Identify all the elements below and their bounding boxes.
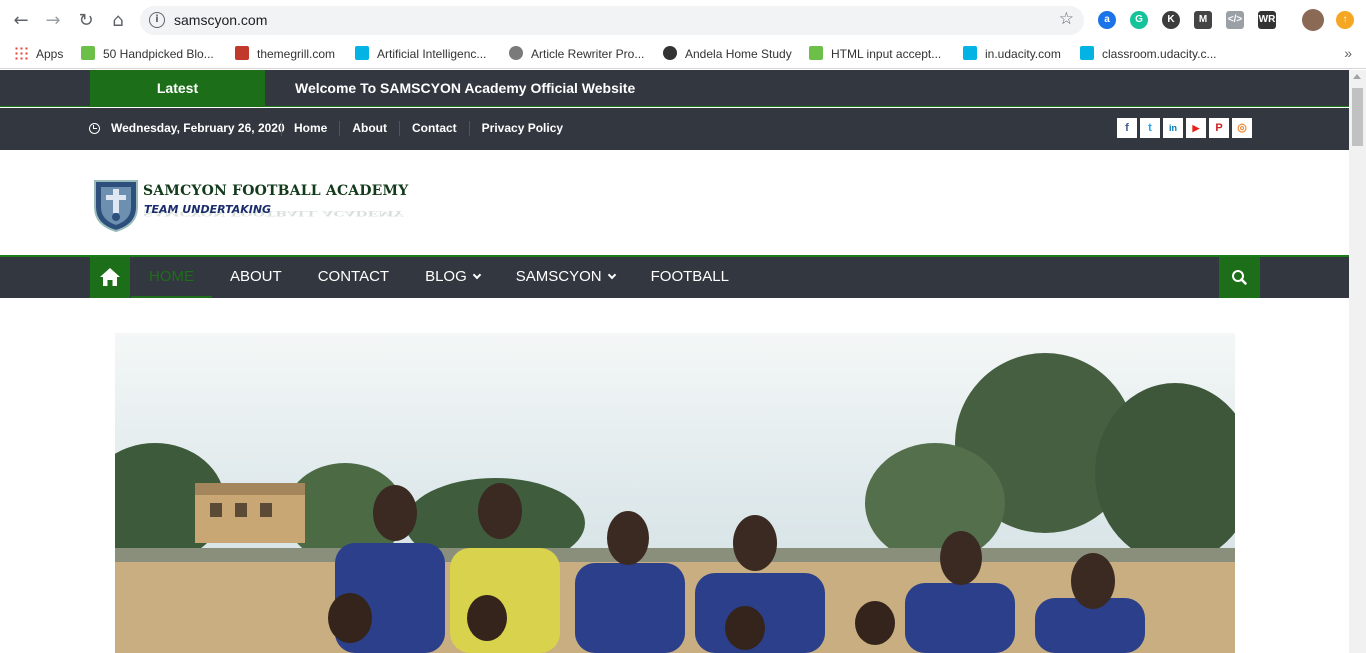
udacity-icon bbox=[355, 46, 369, 60]
medium-icon[interactable]: M bbox=[1194, 11, 1212, 29]
address-bar[interactable]: i samscyon.com ☆ bbox=[140, 6, 1084, 35]
extension-a-icon[interactable]: a bbox=[1098, 11, 1116, 29]
site-info-icon[interactable]: i bbox=[149, 12, 165, 28]
top-link-privacy[interactable]: Privacy Policy bbox=[468, 121, 575, 136]
bookmark-item[interactable]: Andela Home Study bbox=[663, 45, 792, 63]
home-icon[interactable]: ⌂ bbox=[107, 10, 129, 32]
udacity-icon bbox=[963, 46, 977, 60]
url-text[interactable]: samscyon.com bbox=[174, 12, 267, 28]
search-button[interactable] bbox=[1219, 257, 1260, 298]
current-date: Wednesday, February 26, 2020 bbox=[111, 121, 285, 135]
bookmark-item[interactable]: in.udacity.com bbox=[963, 45, 1061, 63]
nav-menu: HOME ABOUT CONTACT BLOG SAMSCYON FOOTBAL… bbox=[131, 257, 747, 298]
home-icon bbox=[100, 268, 120, 286]
nav-item-home[interactable]: HOME bbox=[131, 257, 212, 298]
page-viewport: Latest Welcome To SAMSCYON Academy Offic… bbox=[0, 70, 1349, 653]
browser-toolbar: ← → ↻ ⌂ i samscyon.com ☆ a G K M </> WR … bbox=[0, 0, 1366, 40]
pinterest-icon[interactable]: P bbox=[1209, 118, 1229, 138]
logo-reflection: SAMCYON FOOTBALL ACADEMY bbox=[143, 209, 404, 217]
bookmark-item[interactable]: HTML input accept... bbox=[809, 45, 941, 63]
wr-extension-icon[interactable]: WR bbox=[1258, 11, 1276, 29]
page-scrollbar[interactable] bbox=[1349, 70, 1366, 653]
youtube-icon[interactable]: ▶ bbox=[1186, 118, 1206, 138]
social-links: f t in ▶ P ◎ bbox=[1117, 118, 1252, 138]
main-navigation: HOME ABOUT CONTACT BLOG SAMSCYON FOOTBAL… bbox=[0, 255, 1349, 298]
nav-item-blog[interactable]: BLOG bbox=[407, 257, 498, 298]
nav-item-contact[interactable]: CONTACT bbox=[300, 257, 407, 298]
bookmark-item[interactable]: 50 Handpicked Blo... bbox=[81, 45, 214, 63]
site-header: SAMCYON FOOTBALL ACADEMY TEAM UNDERTAKIN… bbox=[0, 150, 1349, 255]
bookmark-item[interactable]: themegrill.com bbox=[235, 45, 335, 63]
scroll-thumb[interactable] bbox=[1352, 88, 1363, 146]
chevron-down-icon bbox=[607, 270, 616, 280]
top-info-bar: Wednesday, February 26, 2020 Home About … bbox=[0, 108, 1349, 150]
search-icon bbox=[1232, 270, 1247, 285]
nav-item-samscyon[interactable]: SAMSCYON bbox=[498, 257, 633, 298]
themegrill-icon bbox=[235, 46, 249, 60]
scroll-up-arrow-icon[interactable] bbox=[1353, 74, 1361, 79]
html-icon bbox=[809, 46, 823, 60]
bookmarks-overflow-icon[interactable]: » bbox=[1344, 45, 1352, 61]
handpicked-icon bbox=[81, 46, 95, 60]
logo-title[interactable]: SAMCYON FOOTBALL ACADEMY bbox=[143, 183, 408, 199]
grammarly-icon[interactable]: G bbox=[1130, 11, 1148, 29]
top-link-contact[interactable]: Contact bbox=[399, 121, 469, 136]
update-icon[interactable]: ↑ bbox=[1336, 11, 1354, 29]
instagram-icon[interactable]: ◎ bbox=[1232, 118, 1252, 138]
clock-icon bbox=[89, 123, 100, 134]
facebook-icon[interactable]: f bbox=[1117, 118, 1137, 138]
forward-icon[interactable]: → bbox=[42, 10, 64, 32]
bookmark-item[interactable]: Article Rewriter Pro... bbox=[509, 45, 644, 63]
hero-team-photo[interactable] bbox=[115, 333, 1235, 653]
academy-crest-logo[interactable] bbox=[91, 175, 141, 232]
nav-home-button[interactable] bbox=[90, 257, 130, 298]
kami-icon[interactable]: K bbox=[1162, 11, 1180, 29]
apps-grid-icon bbox=[14, 46, 28, 60]
bookmarks-bar: Apps 50 Handpicked Blo... themegrill.com… bbox=[0, 40, 1366, 69]
udacity-icon bbox=[1080, 46, 1094, 60]
profile-avatar[interactable] bbox=[1302, 9, 1324, 31]
team-photo-image bbox=[115, 333, 1235, 653]
chevron-down-icon bbox=[472, 270, 482, 280]
latest-news-bar: Latest Welcome To SAMSCYON Academy Offic… bbox=[0, 70, 1349, 107]
latest-headline[interactable]: Welcome To SAMSCYON Academy Official Web… bbox=[295, 70, 635, 107]
top-link-home[interactable]: Home bbox=[281, 121, 339, 136]
seo-icon bbox=[509, 46, 523, 60]
nav-item-football[interactable]: FOOTBALL bbox=[633, 257, 747, 298]
latest-label: Latest bbox=[90, 70, 265, 107]
bookmark-apps[interactable]: Apps bbox=[14, 45, 63, 63]
back-icon[interactable]: ← bbox=[10, 10, 32, 32]
bookmark-star-icon[interactable]: ☆ bbox=[1059, 9, 1074, 29]
linkedin-icon[interactable]: in bbox=[1163, 118, 1183, 138]
bookmark-item[interactable]: Artificial Intelligenc... bbox=[355, 45, 486, 63]
andela-icon bbox=[663, 46, 677, 60]
code-view-icon[interactable]: </> bbox=[1226, 11, 1244, 29]
reload-icon[interactable]: ↻ bbox=[75, 10, 97, 32]
bookmark-item[interactable]: classroom.udacity.c... bbox=[1080, 45, 1216, 63]
nav-item-about[interactable]: ABOUT bbox=[212, 257, 300, 298]
top-link-about[interactable]: About bbox=[339, 121, 399, 136]
top-links: Home About Contact Privacy Policy bbox=[281, 121, 575, 136]
twitter-icon[interactable]: t bbox=[1140, 118, 1160, 138]
